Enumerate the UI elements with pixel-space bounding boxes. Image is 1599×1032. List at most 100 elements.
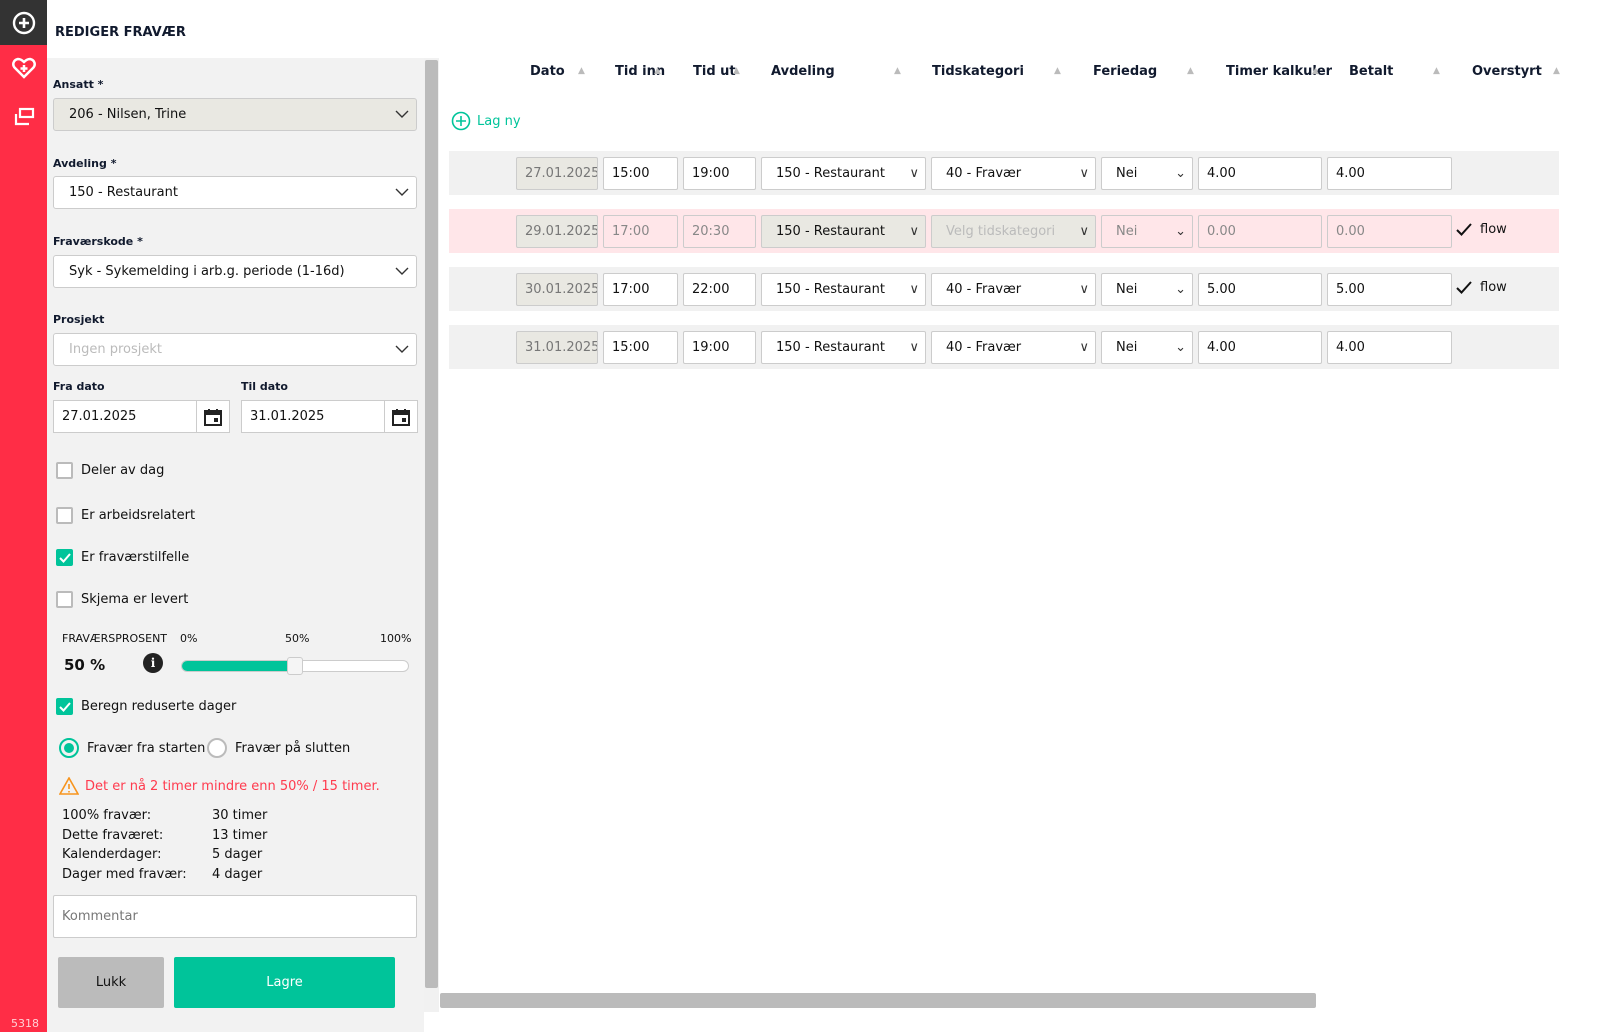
slider-thumb[interactable] [287, 657, 303, 675]
date-field: 29.01.2025 [516, 215, 598, 248]
fra-dato-calendar-button[interactable] [196, 400, 229, 433]
tid-inn-input[interactable]: 17:00 [603, 273, 678, 306]
info-icon[interactable]: i [143, 653, 163, 673]
column-header[interactable]: Tid ut [693, 64, 736, 79]
sort-arrow-icon[interactable]: ▲ [578, 66, 585, 76]
tid-inn-input[interactable]: 15:00 [603, 157, 678, 190]
checkbox-2[interactable]: Er fraværstilfelle [56, 549, 189, 566]
chevron-down-icon [395, 188, 409, 196]
sort-arrow-icon[interactable]: ▲ [1054, 66, 1061, 76]
sort-arrow-icon[interactable]: ▲ [1187, 66, 1194, 76]
tidskategori-select[interactable]: 40 - Fravær ∨ [931, 273, 1096, 306]
horizontal-scrollbar[interactable] [440, 993, 1316, 1008]
sort-arrow-icon[interactable]: ▲ [1433, 66, 1440, 76]
ansatt-select[interactable]: 206 - Nilsen, Trine [53, 98, 417, 131]
avdeling-select[interactable]: 150 - Restaurant [53, 176, 417, 209]
timer-input[interactable]: 4.00 [1198, 157, 1322, 190]
check-icon [1456, 223, 1472, 236]
til-dato-calendar-button[interactable] [384, 400, 417, 433]
chevron-down-icon: ∨ [1079, 340, 1089, 355]
sort-arrow-icon[interactable]: ▲ [654, 66, 661, 76]
radio-selected [59, 738, 79, 758]
checkbox-3[interactable]: Skjema er levert [56, 591, 188, 608]
feriedag-select[interactable]: Nei ⌄ [1101, 273, 1193, 306]
tid-ut-input-value: 22:00 [692, 282, 730, 297]
fravaerskode-select[interactable]: Syk - Sykemelding i arb.g. periode (1-16… [53, 255, 417, 288]
timer-input[interactable]: 4.00 [1198, 331, 1322, 364]
calendar-icon [392, 408, 410, 426]
tidskategori-select[interactable]: Velg tidskategori ∨ [931, 215, 1096, 248]
tidskategori-select[interactable]: 40 - Fravær ∨ [931, 157, 1096, 190]
fra-dato-input[interactable]: 27.01.2025 [53, 400, 230, 433]
sort-arrow-icon[interactable]: ▲ [733, 66, 740, 76]
prosjekt-placeholder: Ingen prosjekt [69, 342, 162, 357]
timer-input[interactable]: 0.00 [1198, 215, 1322, 248]
health-nav-button[interactable] [0, 57, 47, 79]
checkbox-1[interactable]: Er arbeidsrelatert [56, 507, 195, 524]
betalt-input[interactable]: 5.00 [1327, 273, 1452, 306]
avdeling-select[interactable]: 150 - Restaurant ∨ [761, 215, 926, 248]
column-header[interactable]: Tidskategori [932, 64, 1024, 79]
tid-ut-input[interactable]: 20:30 [683, 215, 756, 248]
tid-ut-input[interactable]: 19:00 [683, 331, 756, 364]
tid-inn-input[interactable]: 17:00 [603, 215, 678, 248]
feriedag-select[interactable]: Nei ⌄ [1101, 215, 1193, 248]
timer-input-value: 5.00 [1207, 282, 1236, 297]
prosjekt-select[interactable]: Ingen prosjekt [53, 333, 417, 366]
date-field-value: 31.01.2025 [525, 340, 598, 355]
tid-ut-input-value: 19:00 [692, 166, 730, 181]
warning-icon [59, 777, 79, 795]
column-header[interactable]: Overstyrt [1472, 64, 1542, 79]
sort-arrow-icon[interactable]: ▲ [894, 66, 901, 76]
feriedag-select[interactable]: Nei ⌄ [1101, 157, 1193, 190]
timer-input[interactable]: 5.00 [1198, 273, 1322, 306]
checkbox-box [56, 698, 73, 715]
tick-50: 50% [285, 632, 310, 645]
warning-message: Det er nå 2 timer mindre enn 50% / 15 ti… [59, 777, 380, 795]
tid-ut-input[interactable]: 19:00 [683, 157, 756, 190]
kommentar-placeholder: Kommentar [62, 909, 138, 924]
tid-ut-input[interactable]: 22:00 [683, 273, 756, 306]
sort-arrow-icon[interactable]: ▲ [1312, 66, 1319, 76]
add-button[interactable] [0, 0, 47, 45]
column-header[interactable]: Betalt [1349, 64, 1393, 79]
radio-fravaer-fra-starten[interactable]: Fravær fra starten [59, 738, 205, 758]
scroll-thumb[interactable] [425, 60, 438, 988]
lagre-button[interactable]: Lagre [174, 957, 395, 1008]
beregn-reduserte-dager-checkbox[interactable]: Beregn reduserte dager [56, 698, 236, 715]
avdeling-select[interactable]: 150 - Restaurant ∨ [761, 273, 926, 306]
betalt-input[interactable]: 4.00 [1327, 331, 1452, 364]
avdeling-select[interactable]: 150 - Restaurant ∨ [761, 331, 926, 364]
radio-fravaer-pa-slutten[interactable]: Fravær på slutten [207, 738, 350, 758]
chevron-down-icon: ⌄ [1175, 166, 1186, 181]
avdeling-select[interactable]: 150 - Restaurant ∨ [761, 157, 926, 190]
vertical-scrollbar[interactable] [424, 58, 439, 1012]
fravaersprosent-slider[interactable] [181, 657, 409, 675]
ansatt-value: 206 - Nilsen, Trine [69, 107, 187, 122]
lag-ny-button[interactable]: Lag ny [451, 111, 521, 131]
chevron-down-icon: ∨ [1079, 166, 1089, 181]
prosjekt-label: Prosjekt [53, 313, 105, 326]
radio-label: Fravær fra starten [87, 740, 206, 756]
stat-label: Kalenderdager: [62, 847, 162, 863]
column-header[interactable]: Avdeling [771, 64, 835, 79]
avdeling-select-value: 150 - Restaurant [776, 340, 885, 355]
copy-nav-button[interactable] [0, 107, 47, 127]
betalt-input[interactable]: 0.00 [1327, 215, 1452, 248]
checkbox-0[interactable]: Deler av dag [56, 462, 164, 479]
til-dato-input[interactable]: 31.01.2025 [241, 400, 418, 433]
chevron-down-icon: ∨ [909, 166, 919, 181]
table-row: 30.01.2025 17:00 22:00 150 - Restaurant ∨ 40 … [449, 267, 1559, 311]
lukk-button[interactable]: Lukk [58, 957, 164, 1008]
kommentar-input[interactable]: Kommentar [53, 895, 417, 938]
side-nav: 5318 [0, 0, 47, 1032]
avdeling-value: 150 - Restaurant [69, 185, 178, 200]
betalt-input[interactable]: 4.00 [1327, 157, 1452, 190]
tid-inn-input[interactable]: 15:00 [603, 331, 678, 364]
tidskategori-select-value: 40 - Fravær [946, 282, 1022, 297]
feriedag-select[interactable]: Nei ⌄ [1101, 331, 1193, 364]
column-header[interactable]: Dato [530, 64, 565, 79]
column-header[interactable]: Feriedag [1093, 64, 1157, 79]
sort-arrow-icon[interactable]: ▲ [1553, 66, 1560, 76]
tidskategori-select[interactable]: 40 - Fravær ∨ [931, 331, 1096, 364]
